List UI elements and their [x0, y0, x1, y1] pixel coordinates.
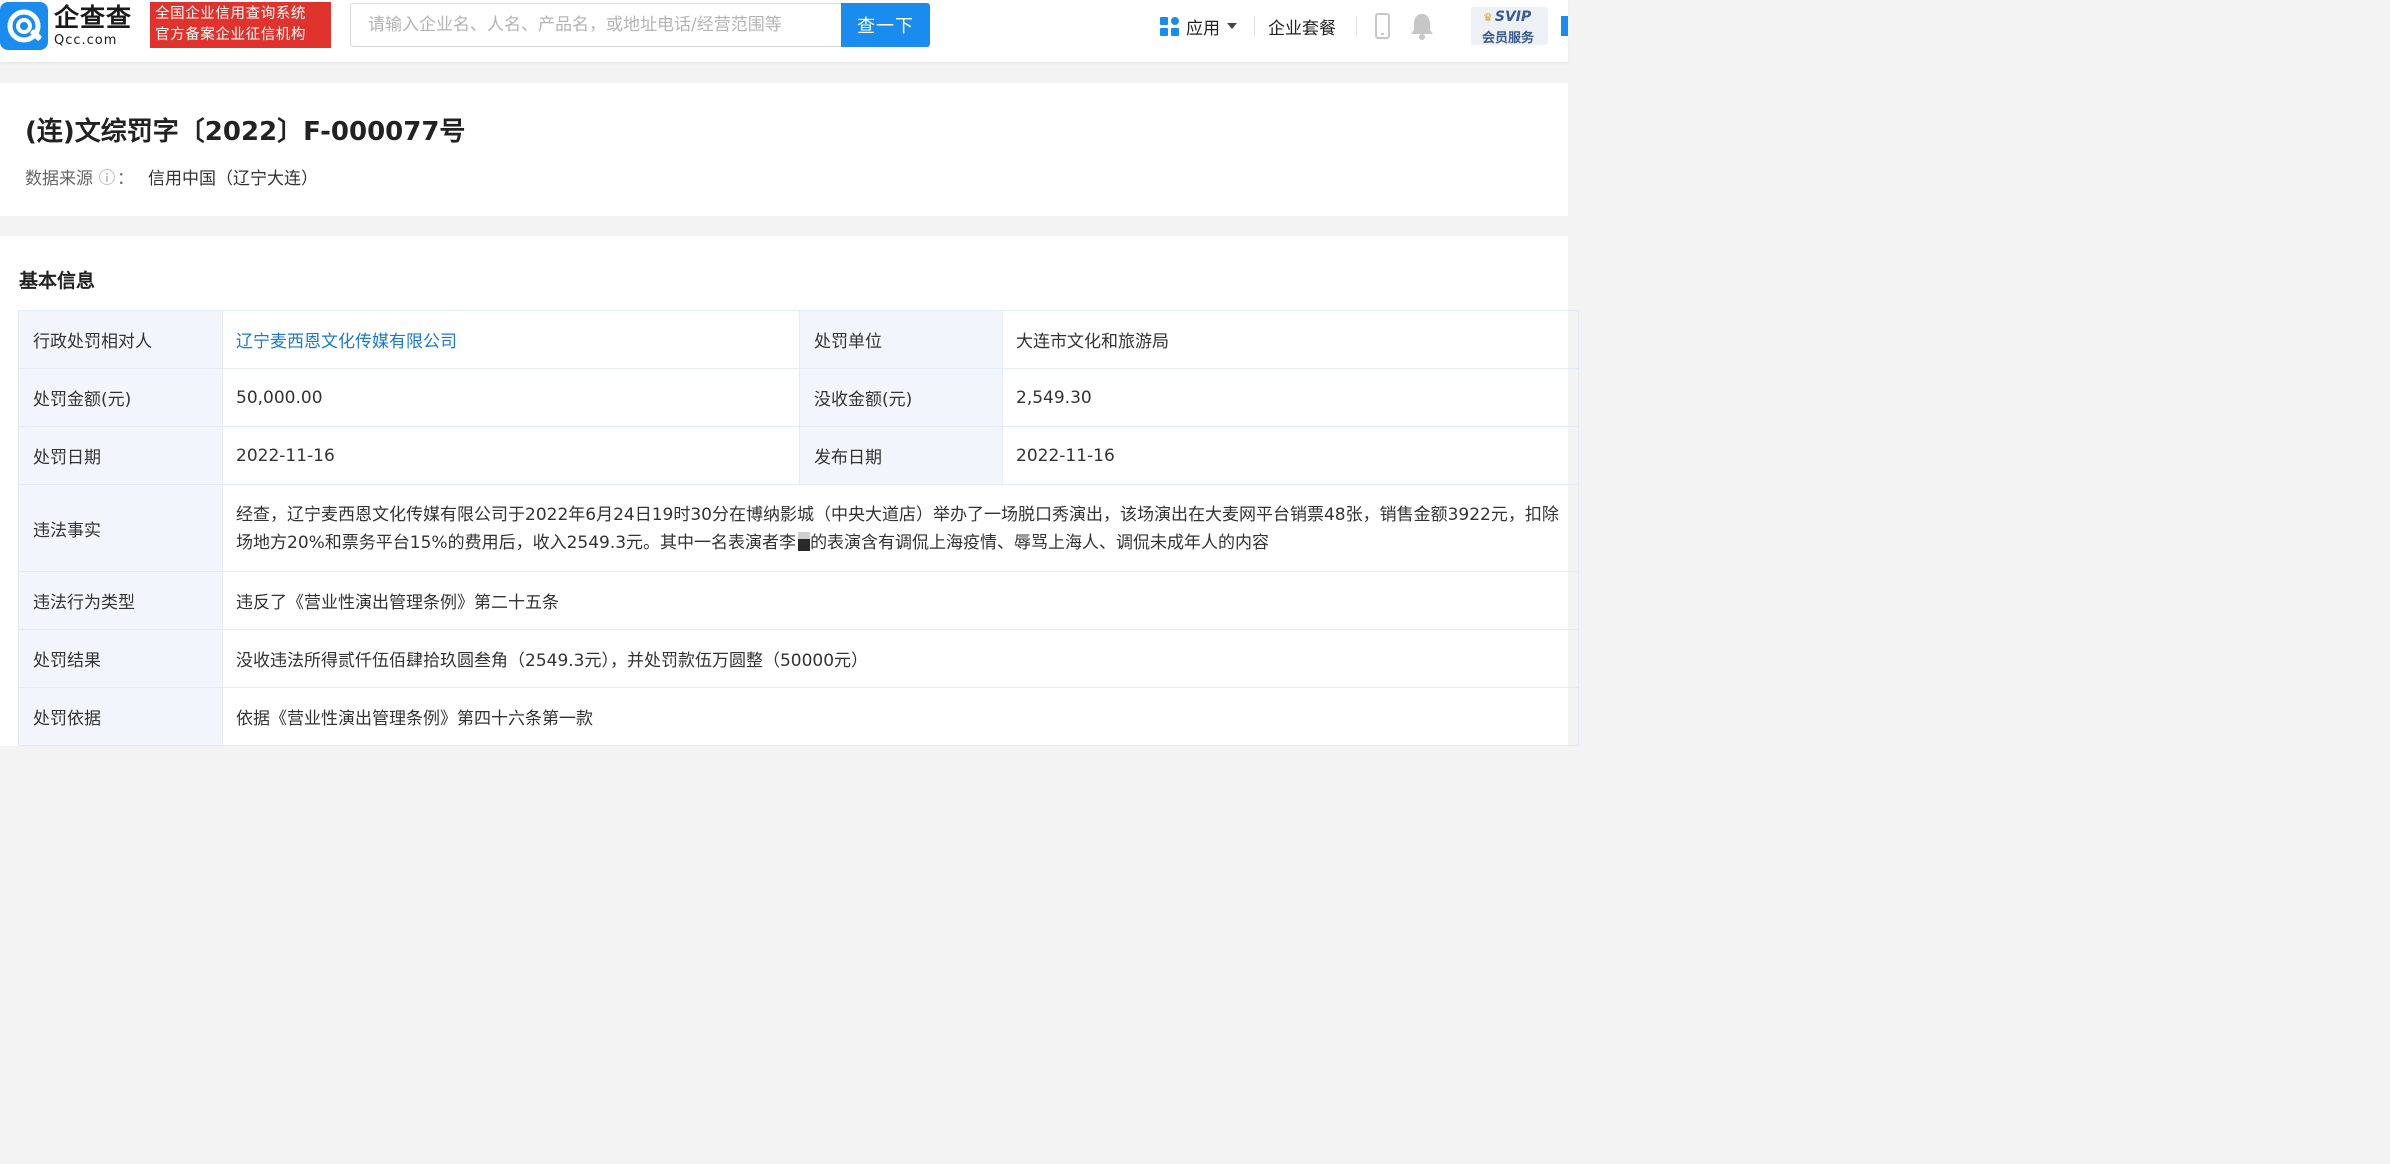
basic-info-table: 行政处罚相对人 辽宁麦西恩文化传媒有限公司 处罚单位 大连市文化和旅游局 处罚金… [18, 310, 1579, 746]
party-value-cell: 辽宁麦西恩文化传媒有限公司 [222, 310, 800, 369]
phone-icon[interactable] [1375, 13, 1390, 39]
penalty-date-value: 2022-11-16 [222, 426, 800, 485]
unit-value: 大连市文化和旅游局 [1002, 310, 1579, 369]
section-title: 基本信息 [19, 270, 96, 292]
badge-line-1: 全国企业信用查询系统 [155, 6, 306, 22]
penalty-basis-label: 处罚依据 [18, 687, 223, 746]
svip-label: SVIP [1494, 9, 1532, 25]
violation-type-value: 违反了《营业性演出管理条例》第二十五条 [222, 571, 1579, 630]
svip-subtitle: 会员服务 [1482, 31, 1535, 46]
confiscated-value: 2,549.30 [1002, 368, 1579, 427]
data-source-row: 数据来源 ： 信用中国（辽宁大连） [25, 164, 318, 189]
top-navigation-bar: 企查查 Qcc.com 全国企业信用查询系统 官方备案企业征信机构 查一下 应用… [0, 0, 1568, 63]
facts-text-part-2: 的表演含有调侃上海疫情、辱骂上海人、调侃未成年人的内容 [810, 533, 1270, 553]
publish-date-label: 发布日期 [799, 426, 1003, 485]
header-edge-button[interactable] [1561, 16, 1568, 36]
party-label: 行政处罚相对人 [18, 310, 223, 369]
unit-label: 处罚单位 [799, 310, 1003, 369]
table-row: 违法事实 经查，辽宁麦西恩文化传媒有限公司于2022年6月24日19时30分在博… [18, 484, 1579, 572]
logo-icon [0, 2, 48, 50]
search-input[interactable] [351, 4, 841, 46]
search-box [350, 3, 842, 47]
bell-icon[interactable] [1409, 12, 1435, 40]
table-row: 违法行为类型 违反了《营业性演出管理条例》第二十五条 [18, 571, 1579, 630]
redaction-mark [798, 532, 811, 551]
search-button[interactable]: 查一下 [841, 3, 930, 47]
record-header-card: (连)文综罚字〔2022〕F-000077号 数据来源 ： 信用中国（辽宁大连） [0, 83, 1568, 216]
info-icon[interactable] [99, 168, 115, 185]
certification-badge: 全国企业信用查询系统 官方备案企业征信机构 [150, 2, 331, 48]
page-title: (连)文综罚字〔2022〕F-000077号 [25, 117, 466, 147]
penalty-date-label: 处罚日期 [18, 426, 223, 485]
logo-domain: Qcc.com [54, 33, 118, 48]
amount-label: 处罚金额(元) [18, 368, 223, 427]
header-divider [1356, 16, 1357, 36]
header-divider [1254, 16, 1255, 36]
table-row: 处罚结果 没收违法所得贰仟伍佰肆拾玖圆叁角（2549.3元），并处罚款伍万圆整（… [18, 629, 1579, 688]
logo-text: 企查查 Qcc.com [54, 5, 132, 47]
table-row: 行政处罚相对人 辽宁麦西恩文化传媒有限公司 处罚单位 大连市文化和旅游局 [18, 310, 1579, 369]
apps-menu[interactable]: 应用 [1160, 14, 1237, 39]
logo-chinese-name: 企查查 [54, 3, 133, 32]
crown-icon: ♛ [1483, 11, 1493, 24]
site-logo[interactable]: 企查查 Qcc.com [0, 2, 132, 50]
table-row: 处罚金额(元) 50,000.00 没收金额(元) 2,549.30 [18, 368, 1579, 427]
data-source-colon: ： [117, 169, 134, 189]
penalty-result-value: 没收违法所得贰仟伍佰肆拾玖圆叁角（2549.3元），并处罚款伍万圆整（50000… [222, 629, 1579, 688]
confiscated-label: 没收金额(元) [799, 368, 1003, 427]
penalty-result-label: 处罚结果 [18, 629, 223, 688]
penalty-basis-value: 依据《营业性演出管理条例》第四十六条第一款 [222, 687, 1579, 746]
data-source-value: 信用中国（辽宁大连） [148, 169, 318, 189]
amount-value: 50,000.00 [222, 368, 800, 427]
table-row: 处罚依据 依据《营业性演出管理条例》第四十六条第一款 [18, 687, 1579, 746]
basic-info-card: 基本信息 行政处罚相对人 辽宁麦西恩文化传媒有限公司 处罚单位 大连市文化和旅游… [0, 236, 1579, 746]
data-source-label: 数据来源 [25, 169, 93, 189]
facts-label: 违法事实 [18, 484, 223, 572]
enterprise-package-link[interactable]: 企业套餐 [1268, 14, 1336, 39]
table-row: 处罚日期 2022-11-16 发布日期 2022-11-16 [18, 426, 1579, 485]
party-company-link[interactable]: 辽宁麦西恩文化传媒有限公司 [236, 332, 457, 352]
publish-date-value: 2022-11-16 [1002, 426, 1579, 485]
badge-line-2: 官方备案企业征信机构 [155, 27, 306, 43]
violation-type-label: 违法行为类型 [18, 571, 223, 630]
facts-value: 经查，辽宁麦西恩文化传媒有限公司于2022年6月24日19时30分在博纳影城（中… [222, 484, 1579, 572]
svip-top-row: ♛ SVIP [1483, 9, 1531, 25]
chevron-down-icon [1227, 23, 1237, 29]
svip-member-button[interactable]: ♛ SVIP 会员服务 [1471, 7, 1548, 46]
apps-grid-icon [1160, 16, 1179, 36]
apps-label: 应用 [1186, 18, 1220, 39]
